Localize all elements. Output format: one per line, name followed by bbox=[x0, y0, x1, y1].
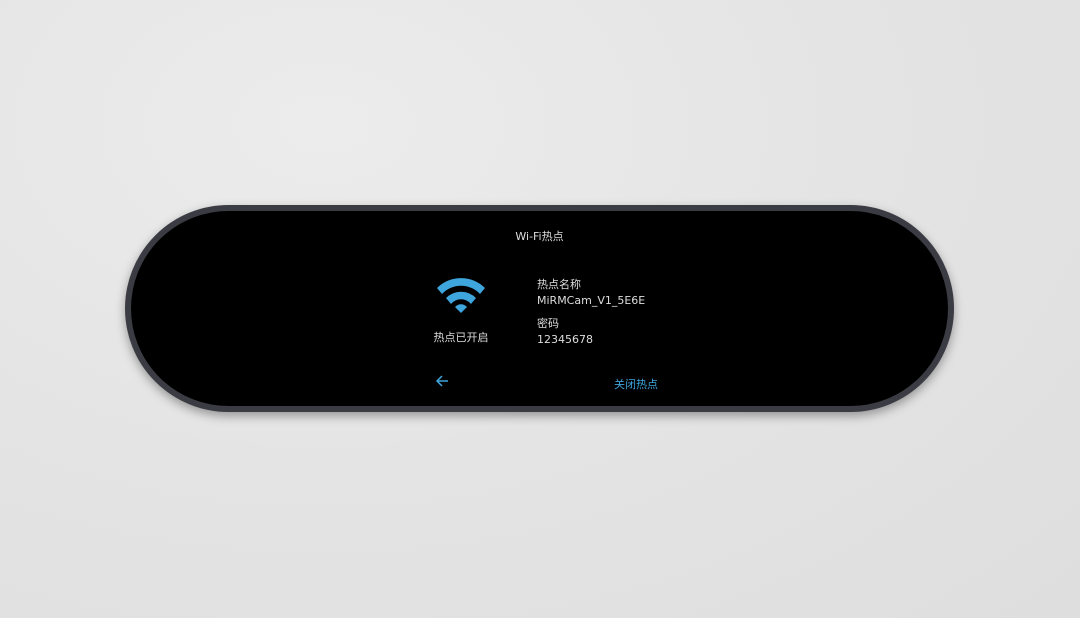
hotspot-name-value: MiRMCam_V1_5E6E bbox=[537, 294, 646, 307]
hotspot-name-label: 热点名称 bbox=[537, 278, 581, 291]
hotspot-screen: Wi-Fi热点 热点已开启 热点名称 MiRMCam_V1_5E6E 密码 12… bbox=[125, 205, 954, 412]
back-arrow-icon[interactable] bbox=[434, 373, 450, 389]
close-hotspot-button[interactable]: 关闭热点 bbox=[614, 376, 658, 392]
wifi-icon bbox=[437, 278, 485, 313]
page-title: Wi-Fi热点 bbox=[515, 230, 564, 243]
password-value: 12345678 bbox=[537, 333, 593, 346]
hotspot-status: 热点已开启 bbox=[433, 331, 489, 344]
password-label: 密码 bbox=[537, 317, 559, 330]
